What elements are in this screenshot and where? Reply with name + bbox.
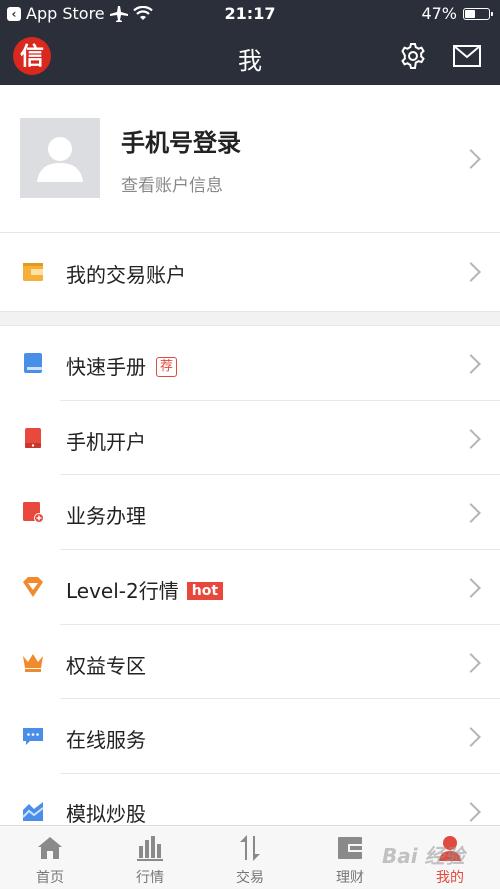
crown-icon [23,654,43,672]
chevron-right-icon [461,149,481,169]
tab-label: 我的 [436,870,464,886]
menu-item-business[interactable]: 业务办理 [0,475,500,549]
gear-icon[interactable] [399,42,427,70]
chevron-right-icon [461,578,481,598]
tab-label: 首页 [36,870,64,886]
chevron-right-icon [461,354,481,374]
document-add-icon [23,502,44,523]
menu-label: 模拟炒股 [66,802,146,826]
battery-status: 47% [421,4,493,23]
bar-chart-icon [137,836,163,861]
menu-item-open-account[interactable]: 手机开户 [0,401,500,474]
user-placeholder-icon [37,137,83,182]
login-title: 手机号登录 [121,129,241,157]
menu-label: 业务办理 [66,504,146,528]
phone-icon [25,428,41,448]
tab-finance[interactable]: 理财 [300,826,400,890]
wallet-tab-icon [338,837,362,859]
tab-mine[interactable]: 我的 [400,826,500,890]
wallet-icon [23,263,43,281]
battery-level [465,9,475,18]
swap-icon [240,835,260,861]
section-gap [0,311,500,326]
tab-bar: 首页 行情 交易 理财 我的 [0,825,500,889]
tab-label: 行情 [136,870,164,886]
chart-line-icon [22,802,44,821]
diamond-icon [23,577,43,597]
account-info-link: 查看账户信息 [121,176,223,196]
recommend-badge: 荐 [156,356,178,377]
menu-item-online-service[interactable]: 在线服务 [0,699,500,773]
chevron-right-icon [461,653,481,673]
menu-item-simulated-trading[interactable]: 模拟炒股 [0,774,500,826]
header: ‹ App Store 21:17 47% 信 我 [0,0,500,85]
profile-card[interactable]: 手机号登录 查看账户信息 [0,85,500,233]
person-icon [439,836,461,861]
avatar [20,118,100,198]
battery-percent: 47% [421,4,457,23]
mail-icon[interactable] [453,45,481,67]
book-icon [24,353,42,373]
nav-bar: 信 我 [0,28,500,85]
menu-label: 手机开户 [66,430,146,454]
menu-label: Level-2行情 hot [66,575,224,604]
tab-trade[interactable]: 交易 [200,826,300,890]
menu-label: 权益专区 [66,654,146,678]
menu-item-quick-manual[interactable]: 快速手册荐 [0,326,500,400]
tab-market[interactable]: 行情 [100,826,200,890]
chevron-right-icon [461,262,481,282]
menu-label: 快速手册荐 [66,351,178,380]
chevron-right-icon [461,429,481,449]
battery-icon [463,7,493,20]
tab-label: 理财 [336,870,364,886]
menu-label: 在线服务 [66,728,146,752]
trading-account-row[interactable]: 我的交易账户 [0,233,500,311]
menu-item-level2[interactable]: Level-2行情 hot [0,550,500,624]
chevron-right-icon [461,802,481,822]
chat-icon [23,728,43,745]
home-icon [38,837,62,859]
status-bar: ‹ App Store 21:17 47% [0,0,500,28]
chevron-right-icon [461,727,481,747]
tab-label: 交易 [236,870,264,886]
hot-badge: hot [186,581,224,600]
menu-item-rights[interactable]: 权益专区 [0,625,500,698]
trading-account-label: 我的交易账户 [66,263,186,287]
chevron-right-icon [461,503,481,523]
tab-home[interactable]: 首页 [0,826,100,890]
